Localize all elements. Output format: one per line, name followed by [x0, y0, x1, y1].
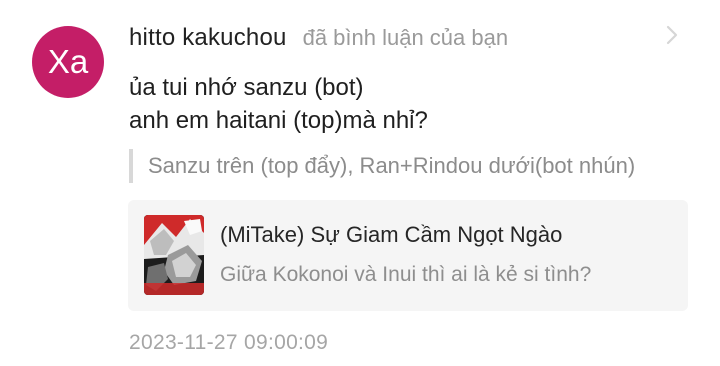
comment-notification[interactable]: Xa hitto kakuchou đã bình luận của bạn ủ…: [0, 0, 720, 366]
post-title: (MiTake) Sự Giam Cầm Ngọt Ngào: [220, 222, 563, 247]
post-thumbnail: [144, 215, 204, 295]
chevron-right-icon[interactable]: [660, 20, 684, 50]
quoted-text: Sanzu trên (top đẩy), Ran+Rindou dưới(bo…: [148, 153, 636, 178]
comment-text: ủa tui nhớ sanzu (bot) anh em haitani (t…: [129, 74, 428, 134]
action-text: đã bình luận của bạn: [302, 25, 509, 50]
timestamp: 2023-11-27 09:00:09: [129, 331, 329, 354]
quoted-comment: Sanzu trên (top đẩy), Ran+Rindou dưới(bo…: [129, 149, 635, 183]
notification-header: hitto kakuchou đã bình luận của bạn: [129, 22, 508, 54]
avatar-initials: Xa: [47, 43, 89, 80]
post-subtitle: Giữa Kokonoi và Inui thì ai là kẻ si tìn…: [220, 263, 592, 286]
avatar[interactable]: Xa: [32, 26, 104, 98]
username[interactable]: hitto kakuchou: [129, 24, 287, 52]
post-card[interactable]: (MiTake) Sự Giam Cầm Ngọt Ngào Giữa Koko…: [128, 200, 688, 311]
manga-cover-thumbnail: [144, 215, 204, 295]
